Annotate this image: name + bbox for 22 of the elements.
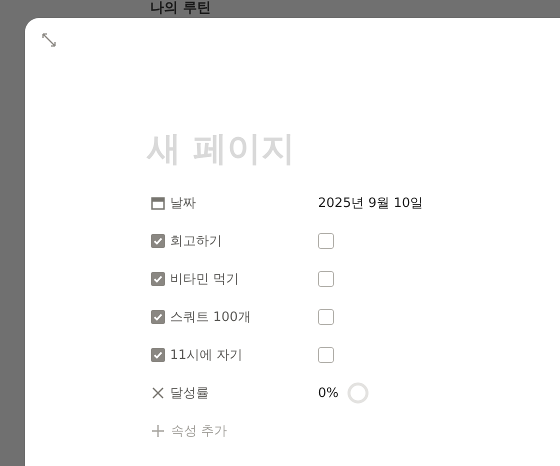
expand-icon[interactable]	[42, 33, 56, 47]
property-label[interactable]: 스쿼트 100개	[170, 308, 251, 326]
property-label[interactable]: 날짜	[170, 194, 196, 212]
checkbox-icon	[151, 310, 165, 324]
property-label[interactable]: 비타민 먹기	[170, 270, 240, 288]
checkbox-icon	[151, 348, 165, 362]
x-icon	[151, 386, 165, 400]
property-label[interactable]: 달성률	[170, 384, 209, 402]
property-label[interactable]: 11시에 자기	[170, 346, 243, 364]
checkbox-icon	[151, 234, 165, 248]
calendar-icon	[151, 196, 165, 210]
checkbox[interactable]	[318, 347, 334, 363]
property-label[interactable]: 회고하기	[170, 232, 222, 250]
percent-value: 0%	[318, 386, 339, 400]
plus-icon	[151, 424, 165, 438]
checkbox-icon	[151, 272, 165, 286]
date-value[interactable]: 2025년 9월 10일	[318, 194, 424, 212]
checkbox[interactable]	[318, 271, 334, 287]
checkbox[interactable]	[318, 309, 334, 325]
checkbox[interactable]	[318, 233, 334, 249]
progress-ring	[346, 382, 369, 404]
page-title: 나의 루틴	[150, 0, 211, 17]
